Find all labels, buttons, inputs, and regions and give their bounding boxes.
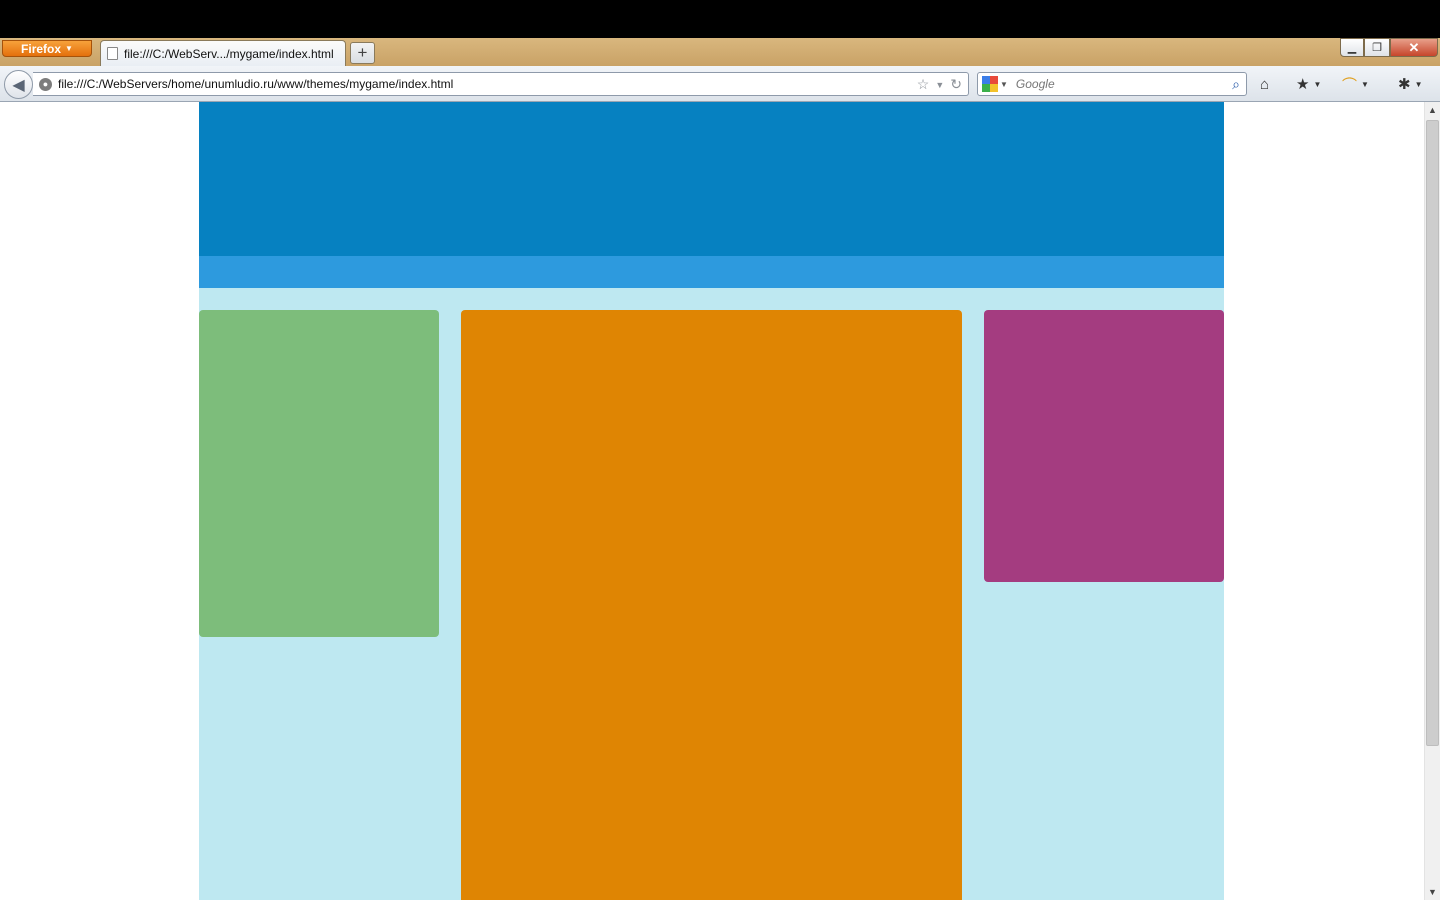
vertical-scrollbar[interactable]: ▲ ▼ (1424, 102, 1440, 900)
chevron-down-icon: ▼ (1000, 79, 1008, 89)
scrollbar-thumb[interactable] (1426, 120, 1439, 746)
search-icon[interactable]: ⌕ (1232, 76, 1240, 93)
close-window-button[interactable]: ✕ (1390, 38, 1438, 57)
bookmarks-button[interactable]: ★ ▼ (1296, 74, 1321, 94)
right-column-block (984, 310, 1224, 582)
tab-active[interactable]: file:///C:/WebServ.../mygame/index.html (100, 40, 346, 66)
puzzle-icon: ✱ (1398, 76, 1411, 93)
navigation-toolbar: ◀ ● file:///C:/WebServers/home/unumludio… (0, 66, 1440, 102)
page-nav-strip (199, 256, 1224, 288)
bookmarks-icon: ★ (1296, 76, 1310, 93)
chevron-down-icon: ▼ (1361, 79, 1369, 89)
rainbow-icon: ⌒ (1342, 76, 1358, 94)
chevron-down-icon: ▼ (1414, 79, 1423, 89)
minimize-icon: ▁ (1347, 42, 1357, 54)
left-column-block (199, 310, 439, 637)
firefox-menu-button[interactable]: Firefox ▼ (2, 40, 92, 57)
history-dropdown-icon[interactable]: ▼ (935, 80, 944, 90)
search-input[interactable]: Google (1016, 77, 1232, 91)
chevron-down-icon: ▼ (1313, 79, 1322, 89)
google-engine-icon[interactable] (982, 76, 998, 92)
back-button[interactable]: ◀ (4, 70, 33, 99)
scroll-up-arrow-icon[interactable]: ▲ (1425, 102, 1440, 118)
plus-icon: + (357, 43, 368, 62)
restore-icon: ❐ (1372, 42, 1382, 54)
chevron-down-icon: ▼ (65, 44, 73, 53)
address-bar[interactable]: ● file:///C:/WebServers/home/unumludio.r… (33, 72, 969, 96)
page-container (199, 102, 1224, 900)
close-icon: ✕ (1408, 39, 1420, 55)
minimize-button[interactable]: ▁ (1340, 38, 1364, 57)
reload-icon[interactable]: ↻ (950, 76, 962, 93)
address-url: file:///C:/WebServers/home/unumludio.ru/… (58, 77, 454, 91)
star-icon[interactable]: ☆ (917, 76, 930, 93)
globe-icon: ● (39, 77, 52, 91)
firefox-menu-label: Firefox (21, 41, 62, 56)
screen-top-band (0, 0, 1440, 38)
home-icon: ⌂ (1260, 75, 1270, 93)
rainbow-addon-button[interactable]: ⌒ ▼ (1342, 74, 1369, 94)
addon-button[interactable]: ✱ ▼ (1398, 74, 1423, 94)
address-bar-actions: ☆ ▼ ↻ (917, 76, 962, 93)
scroll-down-arrow-icon[interactable]: ▼ (1425, 884, 1440, 900)
blank-page-icon (107, 47, 118, 60)
center-column-block (461, 310, 962, 900)
page-header-block (199, 102, 1224, 256)
page-viewport (0, 102, 1424, 900)
restore-button[interactable]: ❐ (1364, 38, 1390, 57)
search-bar[interactable]: ▼ Google ⌕ (977, 72, 1247, 96)
tab-bar: Firefox ▼ file:///C:/WebServ.../mygame/i… (0, 38, 1440, 67)
tab-title: file:///C:/WebServ.../mygame/index.html (124, 46, 334, 61)
new-tab-button[interactable]: + (350, 42, 375, 64)
home-button[interactable]: ⌂ (1260, 74, 1269, 94)
arrow-left-icon: ◀ (12, 76, 25, 94)
